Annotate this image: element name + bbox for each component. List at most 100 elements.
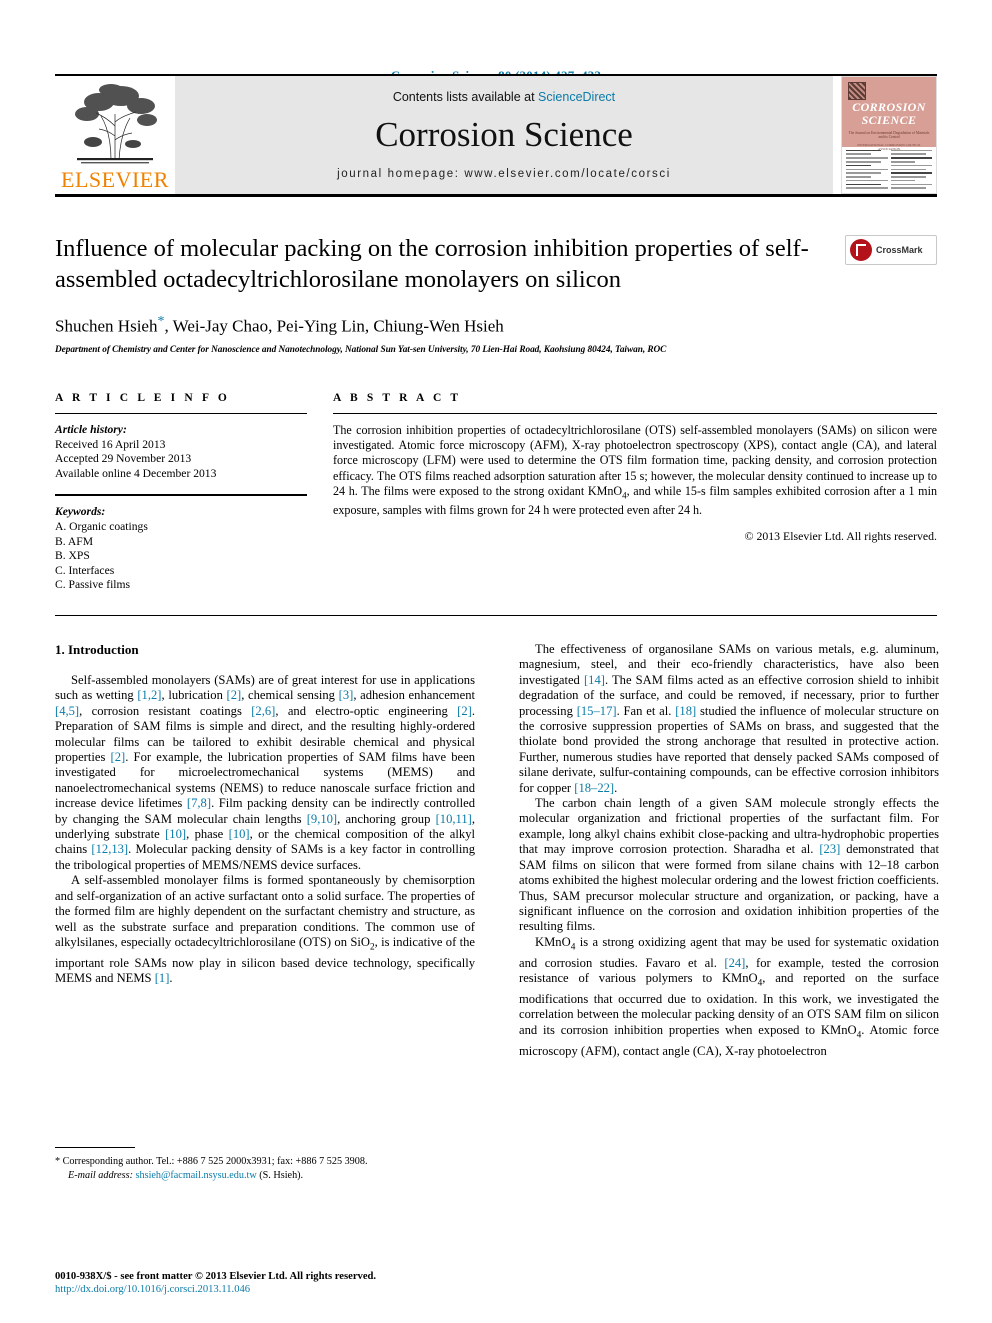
footnote-text: Corresponding author. Tel.: +886 7 525 2… (62, 1156, 368, 1168)
p5-text-a: KMnO (535, 934, 571, 949)
citation-ref[interactable]: [10] (165, 827, 186, 841)
journal-cover-thumbnail[interactable]: CORROSION SCIENCE The Journal on Environ… (841, 76, 937, 194)
article-history-label: Article history: (55, 423, 127, 437)
sciencedirect-link[interactable]: ScienceDirect (538, 90, 615, 104)
footnote-star: * (55, 1156, 61, 1168)
issn-copyright-line: 0010-938X/$ - see front matter © 2013 El… (55, 1270, 377, 1282)
citation-ref[interactable]: [2] (457, 704, 472, 718)
footnote-email-link[interactable]: shsieh@facmail.nsysu.edu.tw (136, 1170, 257, 1181)
citation-ref[interactable]: [1] (155, 971, 170, 985)
footnote-block: * Corresponding author. Tel.: +886 7 525… (55, 1147, 475, 1182)
cover-title: CORROSION SCIENCE (842, 101, 936, 127)
author-first: Shuchen Hsieh (55, 317, 158, 337)
citation-ref[interactable]: [15–17] (577, 704, 617, 718)
copyright-line: © 2013 Elsevier Ltd. All rights reserved… (744, 528, 937, 543)
journal-homepage-link[interactable]: journal homepage: www.elsevier.com/locat… (337, 168, 671, 180)
citation-ref[interactable]: [24] (724, 956, 745, 970)
journal-title: Corrosion Science (375, 115, 633, 154)
crossmark-icon (850, 239, 872, 261)
article-info-heading: A R T I C L E I N F O (55, 392, 230, 405)
paragraph-5: KMnO4 is a strong oxidizing agent that m… (519, 935, 939, 1059)
page-footer: 0010-938X/$ - see front matter © 2013 El… (55, 1270, 376, 1297)
p2-text-c: . (169, 971, 173, 986)
crossmark-badge[interactable]: CrossMark (845, 235, 937, 265)
citation-ref[interactable]: [3] (339, 688, 354, 702)
abstract-heading: A B S T R A C T (333, 392, 462, 405)
citation-ref[interactable]: [9,10] (307, 812, 337, 826)
section-heading-introduction: 1. Introduction (55, 642, 139, 657)
title-block: CrossMark Influence of molecular packing… (55, 233, 937, 356)
elsevier-wordmark: ELSEVIER (61, 167, 169, 192)
paragraph-2: A self-assembled monolayer films is form… (55, 873, 475, 986)
cover-masthead-note: INTERNATIONAL CORROSION COUNCIL ASSOCIAT… (857, 143, 921, 151)
article-history: Article history: Received 16 April 2013 … (55, 423, 307, 481)
p1-text-l: , phase (186, 827, 229, 842)
p1-text-b: , lubrication (161, 688, 227, 703)
abstract-column: A B S T R A C T The corrosion inhibition… (333, 392, 937, 593)
cover-title-line2: SCIENCE (861, 113, 917, 127)
p1-text-e: , corrosion resistant coatings (79, 703, 252, 718)
cover-contents-col-left (846, 149, 888, 192)
history-online: Available online 4 December 2013 (55, 466, 217, 480)
abstract-text: The corrosion inhibition properties of o… (333, 423, 937, 519)
citation-ref[interactable]: [14] (584, 673, 605, 687)
citation-ref[interactable]: [1,2] (137, 688, 161, 702)
p3-text-e: . (614, 780, 618, 795)
body-separator-rule (55, 615, 937, 616)
abstract-rule (333, 413, 937, 415)
running-head: Corrosion Science 80 (2014) 427–433 (55, 0, 937, 83)
contents-prefix: Contents lists available at (392, 90, 535, 104)
p3-text-c: . Fan et al. (616, 703, 676, 718)
keywords-list: Keywords: A. Organic coatings B. AFM B. … (55, 505, 307, 593)
citation-ref[interactable]: [12,13] (91, 842, 128, 856)
history-received: Received 16 April 2013 (55, 437, 166, 451)
info-abstract-block: A R T I C L E I N F O Article history: R… (55, 392, 937, 593)
cover-stamp-icon (848, 82, 866, 100)
affiliation: Department of Chemistry and Center for N… (55, 345, 667, 356)
paragraph-4: The carbon chain length of a given SAM m… (519, 796, 939, 935)
body-column-left: 1. Introduction Self-assembled monolayer… (55, 642, 475, 1182)
citation-ref[interactable]: [23] (819, 842, 840, 856)
p1-text-f: , and electro-optic engineering (275, 703, 458, 718)
p1-text-j: , anchoring group (337, 811, 436, 826)
journal-masthead: ELSEVIER Contents lists available at Sci… (55, 74, 937, 197)
elsevier-logo: ELSEVIER (55, 76, 175, 194)
cover-contents-panel (842, 146, 936, 193)
citation-ref[interactable]: [18–22] (574, 781, 614, 795)
footnote-rule (55, 1147, 135, 1149)
keyword-item: C. Interfaces (55, 563, 115, 577)
cover-subtitle: The Journal on Environmental Degradation… (848, 131, 930, 139)
history-accepted: Accepted 29 November 2013 (55, 452, 192, 466)
p1-text-c: , chemical sensing (241, 688, 339, 703)
citation-ref[interactable]: [4,5] (55, 704, 79, 718)
footnote-email-suffix: (S. Hsieh). (259, 1169, 304, 1181)
p1-text-d: , adhesion enhancement (353, 688, 475, 703)
cover-top-panel: CORROSION SCIENCE The Journal on Environ… (842, 77, 936, 151)
citation-ref[interactable]: [7,8] (187, 796, 211, 810)
citation-ref[interactable]: [18] (675, 704, 696, 718)
citation-ref[interactable]: [10] (229, 827, 250, 841)
footnote-email-label: E-mail address: (68, 1169, 133, 1181)
elsevier-tree-icon (63, 80, 167, 168)
author-list: Shuchen Hsieh*, Wei-Jay Chao, Pei-Ying L… (55, 311, 937, 338)
citation-ref[interactable]: [2] (111, 750, 126, 764)
keywords-rule (55, 494, 307, 497)
crossmark-label: CrossMark (876, 245, 923, 255)
keywords-label: Keywords: (55, 505, 106, 519)
masthead-center: Contents lists available at ScienceDirec… (175, 76, 833, 194)
contents-available-line: Contents lists available at ScienceDirec… (393, 90, 615, 104)
body-columns: 1. Introduction Self-assembled monolayer… (55, 642, 939, 1182)
body-column-right: The effectiveness of organosilane SAMs o… (519, 642, 939, 1182)
citation-ref[interactable]: [10,11] (436, 812, 472, 826)
masthead-bottom-rule (55, 194, 937, 197)
citation-ref[interactable]: [2] (227, 688, 242, 702)
paragraph-1: Self-assembled monolayers (SAMs) are of … (55, 673, 475, 873)
doi-link[interactable]: http://dx.doi.org/10.1016/j.corsci.2013.… (55, 1283, 376, 1297)
article-info-column: A R T I C L E I N F O Article history: R… (55, 392, 307, 593)
keyword-item: A. Organic coatings (55, 520, 148, 534)
citation-ref[interactable]: [2,6] (251, 704, 275, 718)
keyword-item: B. XPS (55, 549, 90, 563)
authors-rest: , Wei-Jay Chao, Pei-Ying Lin, Chiung-Wen… (164, 317, 504, 337)
paragraph-3: The effectiveness of organosilane SAMs o… (519, 642, 939, 796)
keyword-item: B. AFM (55, 534, 94, 548)
